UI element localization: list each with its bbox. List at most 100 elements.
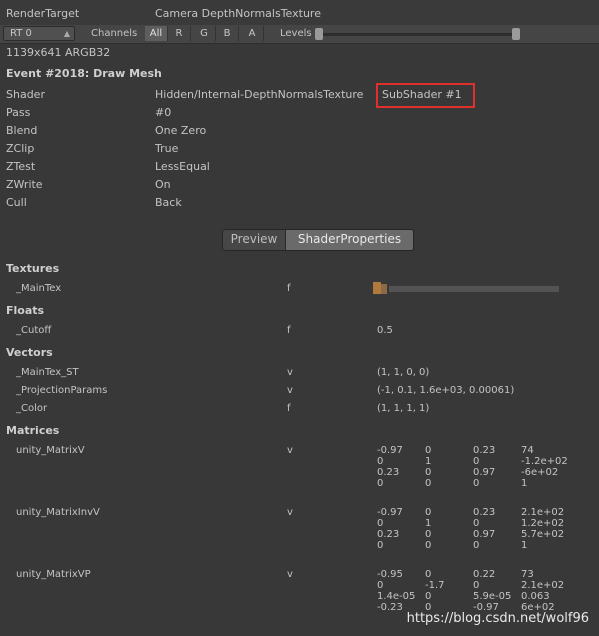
prop-value: #0 (155, 106, 172, 119)
matrix-cell: 0 (425, 569, 432, 580)
matrix-cell: 74 (521, 445, 534, 456)
property-name: unity_MatrixV (16, 445, 85, 456)
matrix-cell: 0.23 (377, 529, 400, 540)
matrix-cell: 0 (425, 529, 432, 540)
levels-max-handle[interactable] (512, 28, 520, 40)
prop-value: Hidden/Internal-DepthNormalsTexture (155, 88, 364, 101)
matrix-cell: 0.23 (473, 507, 496, 518)
matrix-cell: 0 (473, 518, 480, 529)
floats-header: Floats (6, 304, 45, 317)
matrix-cell: -0.97 (377, 445, 403, 456)
property-type: v (287, 385, 293, 396)
property-value: 0.5 (377, 325, 393, 336)
channel-b-button[interactable]: B (216, 26, 239, 41)
camera-name: Camera DepthNormalsTexture (155, 7, 321, 20)
matrix-cell: 1 (425, 518, 432, 529)
matrix-cell: 0 (473, 478, 480, 489)
property-type: v (287, 445, 293, 456)
property-type: v (287, 507, 293, 518)
property-name: unity_MatrixVP (16, 569, 91, 580)
matrix-cell: 0 (473, 456, 480, 467)
matrix-cell: 0 (425, 591, 432, 602)
prop-value: True (155, 142, 179, 155)
matrix-cell: 0 (425, 467, 432, 478)
matrix-cell: 1 (521, 478, 528, 489)
tab-shader-properties[interactable]: ShaderProperties (286, 230, 413, 250)
matrix-cell: 0.22 (473, 569, 496, 580)
matrix-cell: 0.97 (473, 467, 496, 478)
rt-dropdown-value: RT 0 (10, 28, 32, 39)
vectors-header: Vectors (6, 346, 53, 359)
updown-arrow-icon: ▲︎ (63, 29, 70, 38)
prop-value: LessEqual (155, 160, 210, 173)
levels-slider[interactable] (320, 33, 518, 36)
prop-name: Cull (6, 196, 27, 209)
tab-preview[interactable]: Preview (223, 230, 286, 250)
matrix-cell: 1 (425, 456, 432, 467)
matrix-cell: 1.4e-05 (377, 591, 416, 602)
matrix-cell: 0.23 (473, 445, 496, 456)
matrix-cell: -1.7 (425, 580, 445, 591)
matrix-cell: 0 (425, 507, 432, 518)
toolbar: RT 0 ▲︎ Channels All R G B A Levels (0, 25, 599, 44)
prop-name: ZClip (6, 142, 35, 155)
matrix-cell: 0 (425, 478, 432, 489)
matrix-cell: -1.2e+02 (521, 456, 568, 467)
matrix-cell: 0 (425, 540, 432, 551)
channel-r-button[interactable]: R (168, 26, 191, 41)
property-name: unity_MatrixInvV (16, 507, 100, 518)
matrix-cell: 0 (377, 478, 384, 489)
matrix-cell: 5.9e-05 (473, 591, 512, 602)
matrix-cell: 2.1e+02 (521, 507, 565, 518)
property-type: v (287, 367, 293, 378)
view-tabs: Preview ShaderProperties (222, 229, 414, 251)
prop-name: ZWrite (6, 178, 43, 191)
matrix-cell: 73 (521, 569, 534, 580)
property-name: _Cutoff (16, 325, 52, 336)
channels-label: Channels (91, 28, 138, 39)
matrix-cell: 0 (425, 445, 432, 456)
highlight-box (376, 83, 475, 108)
matrix-cell: 1 (521, 540, 528, 551)
property-value: (-1, 0.1, 1.6e+03, 0.00061) (377, 385, 515, 396)
property-name: _Color (16, 403, 48, 414)
matrix-cell: 5.7e+02 (521, 529, 565, 540)
channel-g-button[interactable]: G (193, 26, 216, 41)
prop-value: Back (155, 196, 182, 209)
matrix-cell: 2.1e+02 (521, 580, 565, 591)
matrix-cell: 0 (473, 580, 480, 591)
matrix-cell: 0.23 (377, 467, 400, 478)
thumb-bar (389, 286, 559, 292)
matrix-cell: 0 (377, 518, 384, 529)
texture-thumbnail (373, 282, 559, 294)
prop-value: One Zero (155, 124, 207, 137)
matrix-cell: -0.95 (377, 569, 403, 580)
property-type: v (287, 569, 293, 580)
levels-min-handle[interactable] (315, 28, 323, 40)
property-name: _MainTex_ST (16, 367, 79, 378)
render-target-label: RenderTarget (6, 7, 80, 20)
property-type: f (287, 403, 291, 414)
channel-all-button[interactable]: All (145, 26, 168, 41)
property-name: _MainTex (16, 283, 62, 294)
matrix-cell: 0 (377, 540, 384, 551)
resolution-info: 1139x641 ARGB32 (6, 46, 111, 59)
property-value: (1, 1, 0, 0) (377, 367, 430, 378)
thumb-block (373, 282, 381, 294)
matrix-cell: 0 (473, 540, 480, 551)
matrix-cell: -0.23 (377, 602, 403, 613)
prop-name: ZTest (6, 160, 36, 173)
matrix-cell: 0.97 (473, 529, 496, 540)
event-title: Event #2018: Draw Mesh (6, 67, 162, 80)
channel-a-button[interactable]: A (241, 26, 264, 41)
property-name: _ProjectionParams (16, 385, 108, 396)
thumb-block (381, 284, 387, 294)
matrices-header: Matrices (6, 424, 60, 437)
property-type: f (287, 325, 291, 336)
prop-value: On (155, 178, 171, 191)
prop-name: Shader (6, 88, 45, 101)
prop-name: Pass (6, 106, 31, 119)
watermark: https://blog.csdn.net/wolf96 (406, 611, 589, 626)
rt-dropdown[interactable]: RT 0 ▲︎ (3, 26, 75, 41)
property-type: f (287, 283, 291, 294)
